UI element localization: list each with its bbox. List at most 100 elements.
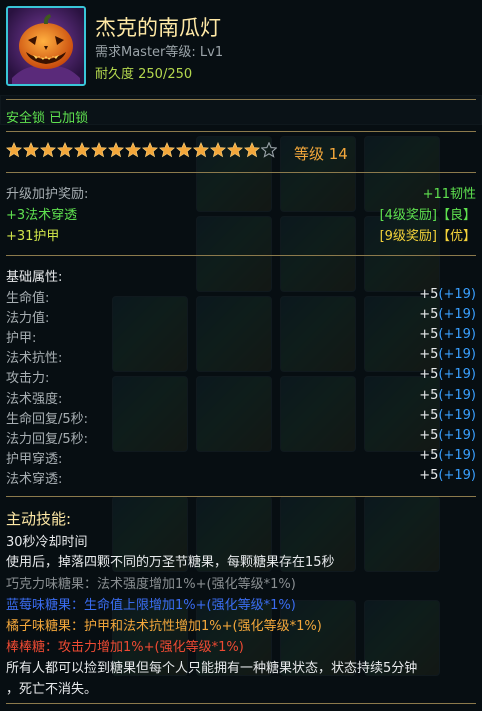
- attr-row: 护甲穿透: +5(+19): [6, 448, 476, 468]
- attr-base: +5: [419, 327, 439, 343]
- attr-value: +5(+19): [419, 388, 476, 403]
- star-filled-icon: [57, 142, 73, 158]
- attr-value: +5(+19): [419, 448, 476, 463]
- candy-effect: 橘子味糖果：护甲和法术抗性增加1%+(强化等级*1%): [6, 619, 322, 634]
- attr-value: +5(+19): [419, 327, 476, 342]
- attr-row: 法术抗性: +5(+19): [6, 347, 476, 367]
- attr-name: 法力值:: [6, 311, 50, 327]
- durability: 耐久度 250/250: [95, 67, 193, 82]
- attr-value: +5(+19): [419, 468, 476, 483]
- attr-value: +5(+19): [419, 367, 476, 382]
- upgrade-bonus-line: +3法术穿透 [4级奖励]【良】: [6, 204, 476, 224]
- star-filled-icon: [23, 142, 39, 158]
- attr-base: +5: [419, 387, 439, 403]
- attr-bonus: (+19): [438, 367, 476, 383]
- skill-note-cont: ，死亡不消失。: [6, 682, 98, 697]
- attr-row: 法力值: +5(+19): [6, 307, 476, 327]
- attr-name: 法力回复/5秒:: [6, 431, 89, 447]
- reward-tag: [9级奖励]: [379, 229, 437, 244]
- attr-bonus: (+19): [438, 347, 476, 363]
- attr-row: 法术穿透: +5(+19): [6, 468, 476, 488]
- attr-base: +5: [419, 347, 439, 363]
- attr-base: +5: [419, 467, 439, 483]
- attr-bonus: (+19): [438, 467, 476, 483]
- attr-name: 生命值:: [6, 291, 50, 306]
- attr-name: 攻击力:: [6, 371, 50, 387]
- star-filled-icon: [142, 142, 158, 158]
- item-name: 杰克的南瓜灯: [95, 16, 221, 40]
- reward-tag: [4级奖励]: [379, 208, 437, 223]
- enhance-level: 等级 14: [294, 145, 348, 163]
- attr-base: +5: [419, 307, 439, 323]
- skill-cooldown: 30秒冷却时间: [6, 535, 88, 550]
- skill-description: 使用后，掉落四颗不同的万圣节糖果，每颗糖果存在15秒: [6, 555, 335, 570]
- divider: [6, 172, 476, 173]
- upgrade-bonus-header: 升级加护奖励: +11韧性: [6, 183, 476, 203]
- attr-name: 法术抗性:: [6, 351, 63, 367]
- attr-base: +5: [419, 447, 439, 463]
- enhance-stars: [6, 142, 277, 158]
- attr-row: 法术强度: +5(+19): [6, 388, 476, 408]
- star-filled-icon: [176, 142, 192, 158]
- attr-base: +5: [419, 287, 439, 302]
- candy-effect: 巧克力味糖果：法术强度增加1%+(强化等级*1%): [6, 577, 296, 592]
- attr-bonus: (+19): [438, 387, 476, 403]
- star-filled-icon: [227, 142, 243, 158]
- upgrade-bonus-text: +31护甲: [6, 229, 60, 244]
- attr-bonus: (+19): [438, 307, 476, 323]
- level-requirement: 需求Master等级: Lv1: [95, 45, 224, 60]
- attr-value: +5(+19): [419, 428, 476, 443]
- divider: [6, 131, 476, 132]
- attr-bonus: (+19): [438, 447, 476, 463]
- attr-row: 法力回复/5秒: +5(+19): [6, 428, 476, 448]
- attr-base: +5: [419, 427, 439, 443]
- candy-effect: 蓝莓味糖果：生命值上限增加1%+(强化等级*1%): [6, 598, 296, 613]
- base-attrs-title: 基础属性:: [6, 270, 63, 285]
- attr-bonus: (+19): [438, 327, 476, 343]
- attr-value: +5(+19): [419, 287, 476, 302]
- reward-quality: 【良】: [436, 208, 476, 223]
- attr-base: +5: [419, 367, 439, 383]
- attr-name: 护甲穿透:: [6, 451, 63, 467]
- attr-value: +5(+19): [419, 408, 476, 423]
- attr-value: +5(+19): [419, 307, 476, 322]
- attr-name: 生命回复/5秒:: [6, 411, 89, 427]
- star-filled-icon: [6, 142, 22, 158]
- lock-status: 安全锁 已加锁: [6, 111, 89, 126]
- attr-row: 生命回复/5秒: +5(+19): [6, 408, 476, 428]
- upgrade-bonus-value: +11韧性: [422, 187, 476, 202]
- star-filled-icon: [244, 142, 260, 158]
- skill-note: 所有人都可以捡到糖果但每个人只能拥有一种糖果状态，状态持续5分钟: [6, 661, 418, 676]
- star-filled-icon: [40, 142, 56, 158]
- star-filled-icon: [125, 142, 141, 158]
- star-filled-icon: [91, 142, 107, 158]
- upgrade-bonus-label: 升级加护奖励:: [6, 187, 89, 202]
- star-filled-icon: [108, 142, 124, 158]
- divider: [6, 99, 476, 100]
- divider: [6, 703, 476, 704]
- attr-bonus: (+19): [438, 287, 476, 302]
- attr-row: 生命值: +5(+19): [6, 287, 476, 307]
- attr-name: 法术穿透:: [6, 471, 63, 487]
- star-empty-icon: [261, 142, 277, 158]
- reward-quality: 【优】: [436, 229, 476, 244]
- item-tooltip: 杰克的南瓜灯 需求Master等级: Lv1 耐久度 250/250 安全锁 已…: [0, 0, 482, 711]
- pumpkin-lantern-icon: [6, 6, 86, 86]
- upgrade-bonus-text: +3法术穿透: [6, 208, 78, 223]
- attr-name: 法术强度:: [6, 391, 63, 407]
- upgrade-bonus-reward: [9级奖励]【优】: [380, 225, 476, 244]
- attr-name: 护甲:: [6, 331, 37, 347]
- skill-title: 主动技能:: [6, 510, 72, 528]
- upgrade-bonus-reward: [4级奖励]【良】: [380, 204, 476, 223]
- attr-base: +5: [419, 407, 439, 423]
- attr-row: 护甲: +5(+19): [6, 327, 476, 347]
- candy-effect: 棒棒糖：攻击力增加1%+(强化等级*1%): [6, 640, 244, 655]
- divider: [6, 496, 476, 497]
- star-filled-icon: [159, 142, 175, 158]
- attr-value: +5(+19): [419, 347, 476, 362]
- star-filled-icon: [193, 142, 209, 158]
- divider: [6, 255, 476, 256]
- attr-bonus: (+19): [438, 407, 476, 423]
- star-filled-icon: [210, 142, 226, 158]
- attr-bonus: (+19): [438, 427, 476, 443]
